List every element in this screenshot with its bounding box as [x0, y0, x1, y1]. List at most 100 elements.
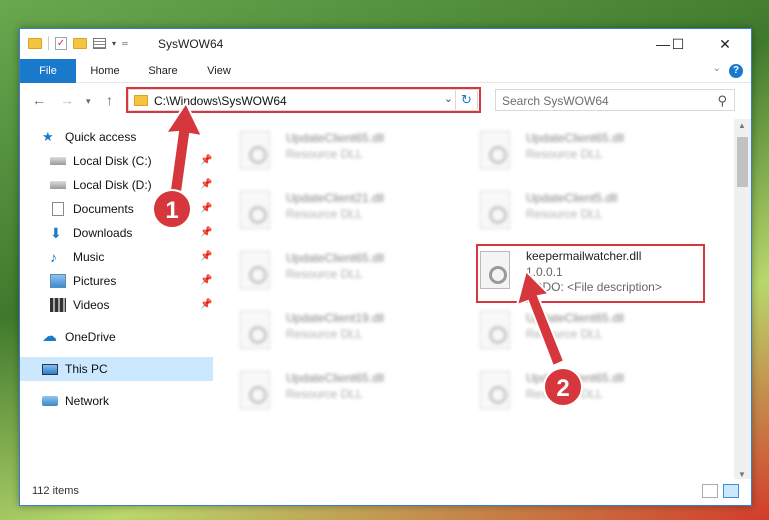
sidebar-item-label: Network: [65, 394, 110, 408]
tab-file[interactable]: File: [20, 59, 76, 83]
list-item[interactable]: UpdateClient65.dll Resource DLL: [220, 363, 450, 419]
properties-icon[interactable]: ✓: [55, 36, 67, 50]
documents-icon: [52, 202, 64, 216]
sidebar-item-pictures[interactable]: Pictures 📌: [50, 269, 213, 293]
list-item[interactable]: UpdateClient65.dll Resource DLL: [220, 123, 450, 179]
file-type: Resource DLL: [526, 327, 603, 341]
pin-icon: 📌: [200, 155, 213, 166]
new-folder-icon[interactable]: [73, 37, 87, 49]
file-type: Resource DLL: [286, 267, 363, 281]
sidebar-item-label: Local Disk (C:): [73, 154, 152, 168]
address-row: ← → ▾ ↑ C:\Windows\SysWOW64 ⌄ ↻ Search S…: [20, 84, 751, 116]
vertical-scrollbar[interactable]: ▲ ▼: [734, 119, 751, 481]
file-name: UpdateClient65.dll: [526, 131, 625, 145]
file-name: UpdateClient65.dll: [286, 131, 385, 145]
pin-icon: 📌: [200, 227, 213, 238]
window-title: SysWOW64: [158, 37, 224, 51]
dll-file-icon: [480, 311, 510, 349]
file-name: UpdateClient19.dll: [286, 311, 385, 325]
file-name: UpdateClient65.dll: [526, 311, 625, 325]
status-bar: 112 items: [20, 479, 751, 505]
list-item[interactable]: UpdateClient65.dll Resource DLL: [460, 123, 690, 179]
sidebar-item-local-disk-d[interactable]: Local Disk (D:) 📌: [50, 173, 213, 197]
dll-file-icon: [240, 311, 270, 349]
list-item[interactable]: UpdateClient65.dll Resource DLL: [220, 243, 450, 299]
pin-icon: 📌: [200, 275, 213, 286]
highlight-box-file: [476, 244, 705, 303]
back-arrow-icon[interactable]: ←: [32, 92, 46, 108]
sidebar-item-network[interactable]: Network: [42, 389, 213, 413]
highlight-box-address: [126, 87, 481, 113]
file-name: UpdateClient21.dll: [286, 191, 385, 205]
cloud-icon: ☁: [42, 328, 57, 345]
list-item[interactable]: UpdateClient5.dll Resource DLL: [460, 183, 690, 239]
sidebar-item-downloads[interactable]: ⬇ Downloads 📌: [50, 221, 213, 245]
music-icon: ♪: [50, 249, 57, 265]
title-bar: ✓ ▾ ═ SysWOW64 — ☐ ✕: [20, 29, 751, 59]
scrollbar-thumb[interactable]: [737, 137, 748, 187]
dll-file-icon: [480, 371, 510, 409]
sidebar-item-label: Documents: [73, 202, 134, 216]
pictures-icon: [50, 274, 66, 288]
star-icon: ★: [42, 129, 54, 144]
dll-file-icon: [480, 191, 510, 229]
tab-share[interactable]: Share: [138, 59, 188, 83]
up-arrow-icon[interactable]: ↑: [106, 92, 113, 108]
sidebar-item-label: OneDrive: [65, 330, 116, 344]
list-item[interactable]: UpdateClient19.dll Resource DLL: [220, 303, 450, 359]
sidebar-item-onedrive[interactable]: ☁ OneDrive: [42, 325, 213, 349]
help-icon[interactable]: ?: [729, 64, 743, 78]
close-button[interactable]: ✕: [702, 29, 748, 59]
sidebar-item-label: Music: [73, 250, 105, 264]
chevron-down-icon[interactable]: ▾: [112, 39, 116, 48]
search-input[interactable]: Search SysWOW64 ⚲: [495, 89, 735, 111]
ribbon-tabs: File Home Share View ⌄ ?: [20, 59, 751, 83]
forward-arrow-icon[interactable]: →: [60, 92, 74, 108]
quick-access-toolbar: ✓ ▾ ═: [28, 36, 128, 50]
file-type: Resource DLL: [526, 207, 603, 221]
pin-icon: 📌: [200, 203, 213, 214]
folder-icon: [28, 37, 42, 49]
file-name: UpdateClient5.dll: [526, 191, 618, 205]
navigation-pane: ★ Quick access Local Disk (C:) 📌 Local D…: [20, 119, 213, 481]
drive-icon: [50, 157, 66, 165]
list-item[interactable]: UpdateClient65.dll Resource DLL: [460, 303, 690, 359]
tab-home[interactable]: Home: [80, 59, 130, 83]
search-placeholder: Search SysWOW64: [502, 94, 609, 108]
large-icons-view-icon[interactable]: [723, 484, 739, 498]
explorer-window: ✓ ▾ ═ SysWOW64 — ☐ ✕ File Home Share Vie…: [19, 28, 752, 506]
sidebar-item-label: Local Disk (D:): [73, 178, 152, 192]
tab-view[interactable]: View: [194, 59, 244, 83]
computer-icon: [42, 363, 58, 375]
dll-file-icon: [240, 251, 270, 289]
sidebar-item-local-disk-c[interactable]: Local Disk (C:) 📌: [50, 149, 213, 173]
videos-icon: [50, 298, 66, 312]
pin-icon: 📌: [200, 179, 213, 190]
list-item[interactable]: UpdateClient21.dll Resource DLL: [220, 183, 450, 239]
pin-icon: 📌: [200, 299, 213, 310]
step-badge-2: 2: [543, 367, 583, 407]
sidebar-item-quick-access[interactable]: ★ Quick access: [42, 125, 213, 149]
customize-toolbar-icon[interactable]: ═: [122, 39, 128, 48]
scroll-up-icon[interactable]: ▲: [738, 121, 746, 130]
sidebar-item-this-pc[interactable]: This PC: [20, 357, 213, 381]
details-view-icon[interactable]: [702, 484, 718, 498]
step-badge-1: 1: [152, 189, 192, 229]
file-name: UpdateClient65.dll: [286, 251, 385, 265]
scroll-down-icon[interactable]: ▼: [738, 470, 746, 479]
view-options-icon[interactable]: [93, 37, 106, 49]
dll-file-icon: [240, 371, 270, 409]
sidebar-item-videos[interactable]: Videos 📌: [50, 293, 213, 317]
sidebar-item-label: Quick access: [65, 130, 137, 144]
search-icon[interactable]: ⚲: [717, 93, 727, 109]
recent-locations-icon[interactable]: ▾: [86, 96, 91, 107]
file-type: Resource DLL: [286, 207, 363, 221]
sidebar-item-label: Videos: [73, 298, 110, 312]
sidebar-item-music[interactable]: ♪ Music 📌: [50, 245, 213, 269]
file-type: Resource DLL: [286, 387, 363, 401]
maximize-button[interactable]: ☐: [660, 29, 696, 59]
pin-icon: 📌: [200, 251, 213, 262]
collapse-ribbon-icon[interactable]: ⌄: [713, 63, 721, 74]
drive-icon: [50, 181, 66, 189]
dll-file-icon: [480, 131, 510, 169]
